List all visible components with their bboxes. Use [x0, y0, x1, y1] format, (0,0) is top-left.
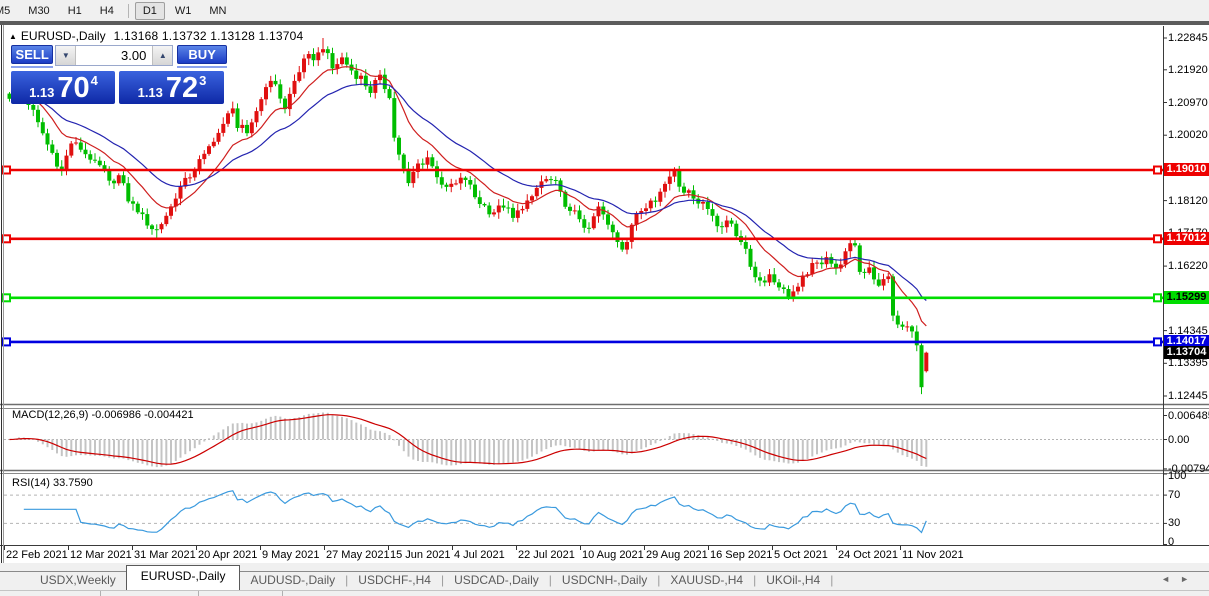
line-anchor-right[interactable] [1154, 294, 1161, 301]
sell-quote-box[interactable]: 1.13 70 4 [11, 71, 115, 104]
status-separator [100, 591, 101, 596]
date-tick-label: 9 May 2021 [262, 549, 319, 561]
current-price-marker: 1.13704 [1164, 346, 1209, 359]
line-anchor-left[interactable] [3, 294, 10, 301]
buy-button[interactable]: BUY [177, 45, 227, 64]
volume-stepper: ▼ 3.00 ▲ [55, 45, 173, 66]
buy-quote-box[interactable]: 1.13 72 3 [119, 71, 224, 104]
price-tick-label: 1.12445 [1168, 390, 1208, 402]
collapse-panel-icon[interactable]: ▲ [9, 32, 17, 41]
chart-tab-usdcad-daily[interactable]: USDCAD-,Daily [444, 573, 549, 587]
date-tick-label: 22 Jul 2021 [518, 549, 575, 561]
chart-tab-audusd-daily[interactable]: AUDUSD-,Daily [240, 573, 345, 587]
price-tick-label: 1.21920 [1168, 64, 1208, 76]
date-tick-label: 16 Sep 2021 [710, 549, 772, 561]
buy-price-big: 72 [166, 73, 198, 103]
chevron-up-icon: ▲ [159, 51, 167, 60]
chart-symbol-label: EURUSD-,Daily [21, 29, 106, 43]
chart-tab-usdcnh-daily[interactable]: USDCNH-,Daily [552, 573, 657, 587]
price-tick-label: 1.13395 [1168, 357, 1208, 369]
tab-scroll-right-icon[interactable]: ► [1180, 574, 1199, 584]
chart-tab-eurusd-daily[interactable]: EURUSD-,Daily [126, 565, 241, 591]
date-tick-label: 27 May 2021 [326, 549, 390, 561]
one-click-trading-panel: SELL ▼ 3.00 ▲ BUY 1.13 70 4 [11, 45, 227, 104]
volume-increase-button[interactable]: ▲ [152, 46, 172, 65]
line-anchor-right[interactable] [1154, 235, 1161, 242]
rsi-tick-label: 0 [1168, 536, 1174, 548]
symbol-tab-bar: USDX,WeeklyEURUSD-,DailyAUDUSD-,Daily | US… [0, 563, 1209, 590]
rsi-pane [4, 491, 1162, 533]
sell-price-small: 1.13 [29, 85, 54, 100]
price-tick-label: 1.20970 [1168, 97, 1208, 109]
date-tick-label: 20 Apr 2021 [198, 549, 257, 561]
buy-price-sup: 3 [199, 73, 206, 88]
tab-scroll-left-icon[interactable]: ◄ [1161, 574, 1180, 584]
chart-ohlc-values: 1.13168 1.13732 1.13128 1.13704 [114, 29, 304, 43]
chart-tab-ukoil-h4[interactable]: UKOil-,H4 [756, 573, 830, 587]
date-tick-label: 29 Aug 2021 [646, 549, 708, 561]
price-level-marker[interactable]: 1.15299 [1164, 291, 1209, 304]
rsi-tick-label: 100 [1168, 470, 1186, 482]
date-tick-label: 10 Aug 2021 [582, 549, 644, 561]
line-anchor-left[interactable] [3, 167, 10, 174]
date-tick-label: 11 Nov 2021 [902, 549, 964, 561]
volume-decrease-button[interactable]: ▼ [56, 46, 76, 65]
price-level-marker[interactable]: 1.17012 [1164, 232, 1209, 245]
rsi-tick-label: 30 [1168, 517, 1180, 529]
price-tick-label: 1.16220 [1168, 260, 1208, 272]
date-tick-label: 15 Jun 2021 [390, 549, 451, 561]
macd-tick-label: 0.006485 [1168, 410, 1209, 422]
price-tick-label: 1.22845 [1168, 32, 1208, 44]
date-tick-label: 5 Oct 2021 [774, 549, 828, 561]
line-anchor-right[interactable] [1154, 167, 1161, 174]
price-level-marker[interactable]: 1.19010 [1164, 163, 1209, 176]
price-tick-label: 1.18120 [1168, 195, 1208, 207]
rsi-indicator-label: RSI(14) 33.7590 [12, 477, 93, 489]
sell-price-big: 70 [57, 73, 89, 103]
chart-title-row: ▲ EURUSD-,Daily 1.13168 1.13732 1.13128 1.… [9, 29, 303, 43]
pane-borders [0, 25, 1209, 563]
buy-button-underline [177, 66, 227, 68]
chevron-down-icon: ▼ [62, 51, 70, 60]
sell-price-sup: 4 [91, 73, 98, 88]
volume-input[interactable]: 3.00 [76, 46, 152, 65]
rsi-tick-label: 70 [1168, 489, 1180, 501]
price-tick-label: 1.20020 [1168, 129, 1208, 141]
macd-tick-label: 0.00 [1168, 434, 1189, 446]
chart-tab-xauusd-h4[interactable]: XAUUSD-,H4 [660, 573, 753, 587]
status-strip [0, 590, 1209, 596]
date-tick-label: 24 Oct 2021 [838, 549, 898, 561]
date-tick-label: 22 Feb 2021 [6, 549, 68, 561]
macd-indicator-label: MACD(12,26,9) -0.006986 -0.004421 [12, 409, 194, 421]
status-separator [282, 591, 283, 596]
chart-tab-usdx-weekly[interactable]: USDX,Weekly [30, 573, 126, 587]
sell-button-underline [11, 66, 53, 68]
line-anchor-right[interactable] [1154, 338, 1161, 345]
buy-price-small: 1.13 [138, 85, 163, 100]
date-tick-label: 12 Mar 2021 [70, 549, 132, 561]
date-tick-label: 31 Mar 2021 [134, 549, 196, 561]
line-anchor-left[interactable] [3, 235, 10, 242]
line-anchor-left[interactable] [3, 338, 10, 345]
date-tick-label: 4 Jul 2021 [454, 549, 505, 561]
status-separator [198, 591, 199, 596]
tab-separator: | [830, 573, 833, 587]
sell-button[interactable]: SELL [11, 45, 53, 64]
chart-tab-usdchf-h4[interactable]: USDCHF-,H4 [348, 573, 441, 587]
trading-terminal-window: M5M30H1H4D1W1MN ▲EURUSD-,Daily1.13168 1.… [0, 0, 1209, 596]
